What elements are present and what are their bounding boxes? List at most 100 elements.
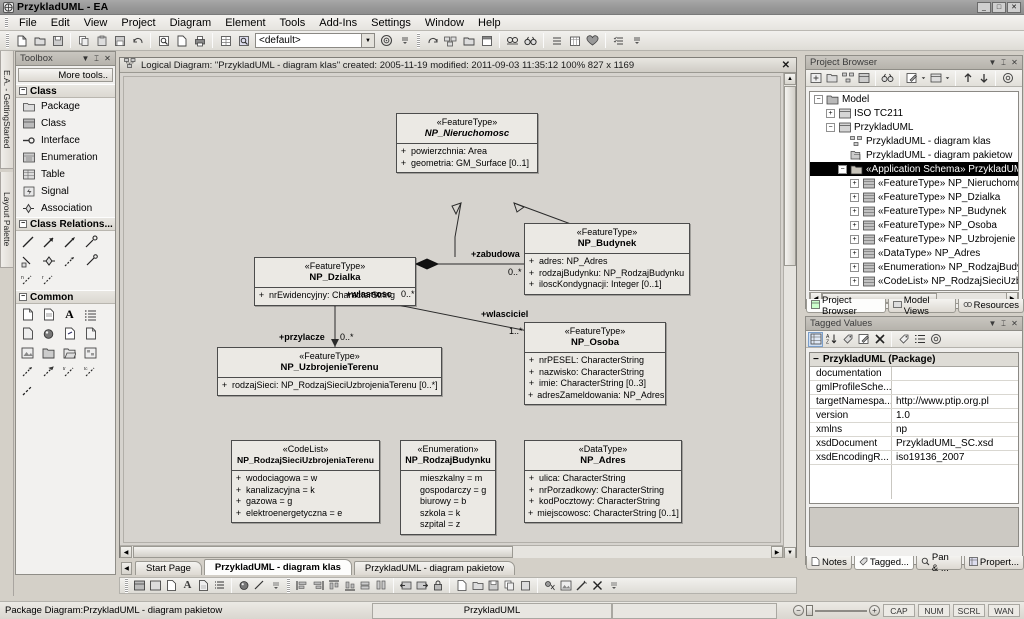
toolbar-grip[interactable] (6, 33, 9, 48)
new-model-icon[interactable] (808, 71, 823, 86)
copy-icon[interactable] (75, 32, 92, 49)
list-icon[interactable] (548, 32, 565, 49)
boundary-icon[interactable] (236, 578, 251, 593)
close-icon[interactable]: ✕ (778, 60, 794, 71)
add-tag-icon[interactable] (840, 332, 855, 347)
expand-icon[interactable]: + (850, 276, 859, 286)
tree-node-przykladuml[interactable]: − PrzykladUML (810, 120, 1018, 134)
tag-value[interactable] (892, 367, 1018, 380)
table-row[interactable]: targetNamespa... http://www.ptip.org.pl (810, 395, 1018, 409)
collapse-icon[interactable]: − (838, 164, 847, 174)
diamond-icon[interactable] (41, 253, 56, 268)
scroll-thumb-horizontal[interactable] (133, 546, 513, 558)
open-project-icon[interactable] (31, 32, 48, 49)
align-left-icon[interactable] (294, 578, 309, 593)
image-icon[interactable] (558, 578, 573, 593)
chevron-down-icon[interactable]: ▼ (80, 54, 91, 63)
new-icon[interactable] (454, 578, 469, 593)
tab-properties[interactable]: Propert... (963, 556, 1024, 570)
trace-icon[interactable]: tr (62, 364, 77, 379)
tree-node-diagram-klas[interactable]: PrzykladUML - diagram klas (810, 134, 1018, 148)
tab-tagged-values[interactable]: Tagged... (853, 556, 914, 570)
chevron-down-icon[interactable] (920, 71, 927, 86)
table-row[interactable]: xsdEncodingR... iso19136_2007 (810, 451, 1018, 465)
menu-help[interactable]: Help (471, 16, 508, 30)
maximize-button[interactable]: □ (992, 1, 1006, 13)
chevron-down-icon[interactable]: ▼ (987, 58, 998, 67)
options-icon[interactable] (1000, 71, 1015, 86)
table-row[interactable]: documentation (810, 367, 1018, 381)
calendar-icon[interactable] (566, 32, 583, 49)
tag-value[interactable]: 1.0 (892, 409, 1018, 422)
tab-pan-zoom[interactable]: Pan & ... (915, 552, 962, 574)
zoom-out-button[interactable]: − (793, 605, 804, 616)
tab-diagram-klas[interactable]: PrzykladUML - diagram klas (203, 559, 352, 575)
chevron-down-icon[interactable]: ▼ (987, 319, 998, 328)
menu-settings[interactable]: Settings (364, 16, 418, 30)
uml-class-np-nieruchomosc[interactable]: «FeatureType» NP_Nieruchomosc + powierzch… (396, 113, 538, 173)
paste-icon[interactable] (518, 578, 533, 593)
diagram-toolbar-grip-2[interactable] (287, 578, 290, 593)
new-element-icon[interactable] (856, 71, 871, 86)
same-height-icon[interactable] (374, 578, 389, 593)
tree-node-np-osoba[interactable]: + «FeatureType» NP_Osoba (810, 218, 1018, 232)
tab-model-views[interactable]: Model Views (887, 295, 956, 317)
collapse-icon[interactable]: − (813, 354, 819, 365)
tool-interface[interactable]: Interface (16, 132, 115, 149)
zorder-icon[interactable] (542, 578, 557, 593)
tool-signal[interactable]: Signal (16, 183, 115, 200)
undo-layout-icon[interactable] (398, 578, 413, 593)
sort-group-icon[interactable] (808, 331, 823, 347)
tag-value[interactable]: np (892, 423, 1018, 436)
menu-tools[interactable]: Tools (273, 16, 313, 30)
text-icon[interactable]: A (62, 307, 77, 322)
uml-class-np-adres[interactable]: «DataType» NP_Adres + ulica: CharacterStr… (524, 440, 682, 523)
tag-value[interactable]: http://www.ptip.org.pl (892, 395, 1018, 408)
redo-layout-icon[interactable] (414, 578, 429, 593)
document-icon[interactable] (164, 578, 179, 593)
tagged-values-notes-area[interactable] (809, 507, 1019, 547)
new-project-icon[interactable] (13, 32, 30, 49)
uml-class-np-rodzajsieciuzbrojeniaterenu[interactable]: «CodeList» NP_RodzajSieciUzbrojeniaTeren… (231, 440, 380, 523)
toolbar-grip-2[interactable] (417, 33, 420, 48)
menu-file[interactable]: File (12, 16, 44, 30)
dashed-arrow-icon[interactable] (62, 253, 77, 268)
tree-node-np-rodzajbudynku[interactable]: + «Enumeration» NP_RodzajBudy (810, 260, 1018, 274)
chevron-down-icon-2[interactable] (944, 71, 951, 86)
diagram-surface[interactable]: «FeatureType» NP_Nieruchomosc + powierzch… (123, 76, 781, 543)
collapse-icon[interactable]: − (826, 122, 835, 132)
tree-node-np-uzbrojenieterenu[interactable]: + «FeatureType» NP_Uzbrojenie (810, 232, 1018, 246)
package-icon[interactable] (442, 32, 459, 49)
diagram-vertical-scrollbar[interactable]: ▲ ▼ (783, 73, 796, 559)
same-width-icon[interactable] (358, 578, 373, 593)
toolbox-group-class[interactable]: − Class (16, 84, 115, 98)
note-icon[interactable] (20, 307, 35, 322)
checklist-icon[interactable] (610, 32, 627, 49)
menu-window[interactable]: Window (418, 16, 471, 30)
uml-class-np-budynek[interactable]: «FeatureType» NP_Budynek + adres: NP_Adre… (524, 223, 690, 295)
artifact-icon[interactable] (83, 326, 98, 341)
expand-icon[interactable]: + (850, 206, 859, 216)
scroll-right-button[interactable]: ▶ (771, 546, 783, 558)
scroll-thumb-vertical[interactable] (784, 86, 796, 266)
close-icon[interactable]: ✕ (1009, 319, 1020, 328)
tree-node-np-budynek[interactable]: + «FeatureType» NP_Budynek (810, 204, 1018, 218)
tool-class[interactable]: Class (16, 115, 115, 132)
note-link-icon[interactable] (20, 253, 35, 268)
diagram-toolbar-grip[interactable] (125, 578, 128, 593)
toolbar-overflow-icon[interactable] (396, 32, 413, 49)
document2-icon[interactable] (196, 578, 211, 593)
trace2-icon[interactable]: tc (83, 364, 98, 379)
uml-class-np-uzbrojenieterenu[interactable]: «FeatureType» NP_UzbrojenieTerenu + rodza… (217, 347, 442, 396)
tool-association[interactable]: Association (16, 200, 115, 217)
line-icon[interactable] (20, 234, 35, 249)
arrow-icon[interactable] (41, 234, 56, 249)
menu-project[interactable]: Project (114, 16, 162, 30)
project-browser-tree[interactable]: − Model + ISO TC211 − PrzykladUML Przykl… (809, 91, 1019, 291)
move-down-icon[interactable] (976, 71, 991, 86)
scroll-left-button[interactable]: ◀ (120, 546, 132, 558)
edit-icon[interactable] (904, 71, 919, 86)
diagram-canvas[interactable]: «FeatureType» NP_Nieruchomosc + powierzch… (120, 73, 796, 559)
menu-grip[interactable] (5, 17, 8, 28)
toolbox-group-common[interactable]: − Common (16, 290, 115, 304)
